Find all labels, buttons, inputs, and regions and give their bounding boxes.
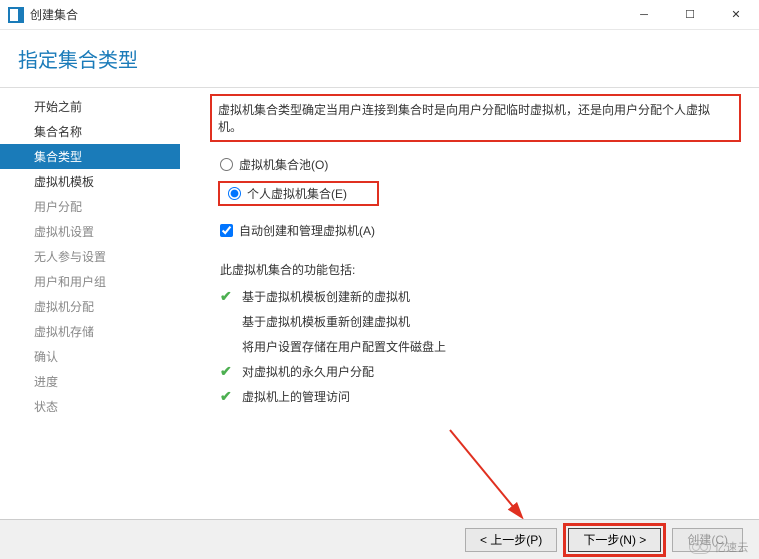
sidebar-item-users-groups: 用户和用户组 (0, 269, 180, 294)
window-title: 创建集合 (30, 6, 78, 23)
check-icon: ✔ (220, 338, 234, 355)
page-title: 指定集合类型 (0, 30, 759, 88)
features-heading: 此虚拟机集合的功能包括: (210, 243, 741, 284)
footer: < 上一步(P) 下一步(N) > 创建(C) 取消 (0, 519, 759, 559)
feature-text: 虚拟机上的管理访问 (242, 388, 350, 405)
next-button[interactable]: 下一步(N) > (568, 528, 661, 552)
radio-personal[interactable] (228, 187, 241, 200)
feature-row: ✔ 基于虚拟机模板创建新的虚拟机 (210, 284, 741, 309)
window-controls: ─ ☐ ✕ (621, 0, 759, 30)
sidebar-item-vm-allocation: 虚拟机分配 (0, 294, 180, 319)
main-panel: 虚拟机集合类型确定当用户连接到集合时是向用户分配临时虚拟机，还是向用户分配个人虚… (180, 88, 759, 528)
radio-personal-label: 个人虚拟机集合(E) (247, 185, 347, 202)
close-button[interactable]: ✕ (713, 0, 759, 30)
previous-button[interactable]: < 上一步(P) (465, 528, 557, 552)
feature-text: 将用户设置存储在用户配置文件磁盘上 (242, 338, 446, 355)
watermark: 亿速云 (689, 539, 750, 555)
sidebar-item-unattended: 无人参与设置 (0, 244, 180, 269)
radio-pool[interactable] (220, 158, 233, 171)
sidebar-item-vm-settings: 虚拟机设置 (0, 219, 180, 244)
sidebar-item-status: 状态 (0, 394, 180, 419)
feature-row: ✔ 虚拟机上的管理访问 (210, 384, 741, 409)
radio-pool-label: 虚拟机集合池(O) (239, 156, 328, 173)
checkbox-auto[interactable] (220, 224, 233, 237)
minimize-button[interactable]: ─ (621, 0, 667, 30)
feature-text: 对虚拟机的永久用户分配 (242, 363, 374, 380)
radio-pool-row[interactable]: 虚拟机集合池(O) (210, 152, 741, 177)
content-area: 开始之前 集合名称 集合类型 虚拟机模板 用户分配 虚拟机设置 无人参与设置 用… (0, 88, 759, 528)
sidebar: 开始之前 集合名称 集合类型 虚拟机模板 用户分配 虚拟机设置 无人参与设置 用… (0, 88, 180, 528)
watermark-text: 亿速云 (715, 539, 750, 555)
app-icon (8, 7, 24, 23)
checkbox-auto-label: 自动创建和管理虚拟机(A) (239, 222, 375, 239)
sidebar-item-vm-storage: 虚拟机存储 (0, 319, 180, 344)
maximize-button[interactable]: ☐ (667, 0, 713, 30)
checkbox-auto-row[interactable]: 自动创建和管理虚拟机(A) (210, 210, 741, 243)
sidebar-item-vm-template[interactable]: 虚拟机模板 (0, 169, 180, 194)
sidebar-item-collection-name[interactable]: 集合名称 (0, 119, 180, 144)
feature-row: ✔ 基于虚拟机模板重新创建虚拟机 (210, 309, 741, 334)
titlebar: 创建集合 ─ ☐ ✕ (0, 0, 759, 30)
info-description: 虚拟机集合类型确定当用户连接到集合时是向用户分配临时虚拟机，还是向用户分配个人虚… (210, 94, 741, 142)
sidebar-item-before-begin[interactable]: 开始之前 (0, 94, 180, 119)
watermark-icon (689, 540, 711, 554)
sidebar-item-collection-type[interactable]: 集合类型 (0, 144, 180, 169)
feature-text: 基于虚拟机模板创建新的虚拟机 (242, 288, 410, 305)
check-icon: ✔ (220, 288, 234, 305)
feature-text: 基于虚拟机模板重新创建虚拟机 (242, 313, 410, 330)
radio-personal-row[interactable]: 个人虚拟机集合(E) (210, 177, 741, 210)
check-icon: ✔ (220, 363, 234, 380)
feature-row: ✔ 对虚拟机的永久用户分配 (210, 359, 741, 384)
check-icon: ✔ (220, 313, 234, 330)
sidebar-item-progress: 进度 (0, 369, 180, 394)
sidebar-item-confirm: 确认 (0, 344, 180, 369)
check-icon: ✔ (220, 388, 234, 405)
next-button-highlight: 下一步(N) > (563, 523, 666, 557)
feature-row: ✔ 将用户设置存储在用户配置文件磁盘上 (210, 334, 741, 359)
sidebar-item-user-assign: 用户分配 (0, 194, 180, 219)
